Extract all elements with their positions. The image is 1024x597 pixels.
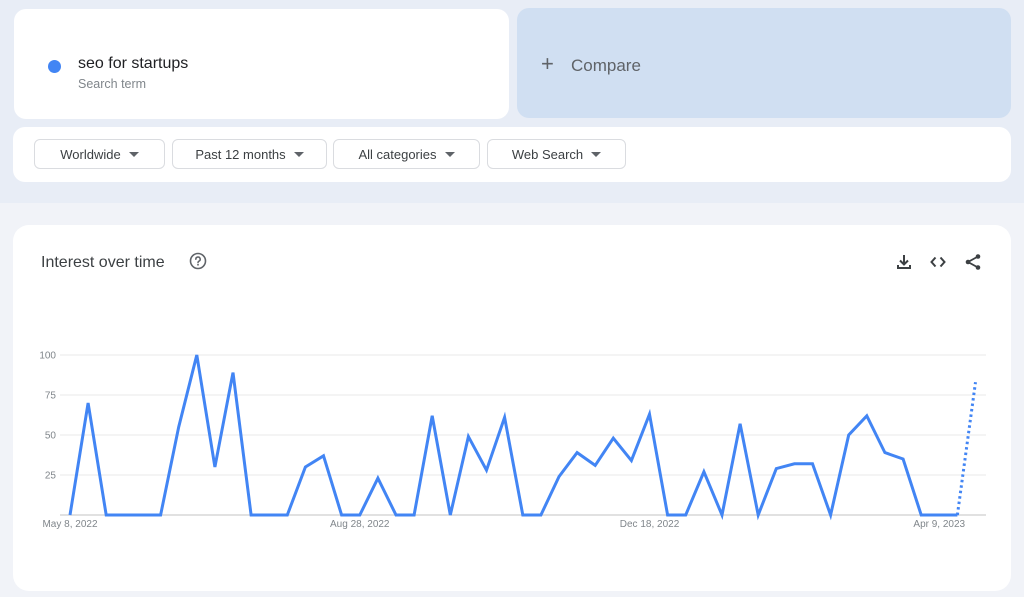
x-tick-label: May 8, 2022 — [42, 519, 97, 530]
x-tick-label: Aug 28, 2022 — [330, 519, 390, 530]
y-tick-label: 50 — [45, 431, 57, 442]
partial-data-segment — [955, 381, 977, 516]
y-tick-label: 25 — [45, 471, 57, 482]
y-tick-label: 100 — [39, 351, 56, 362]
x-tick-label: Dec 18, 2022 — [620, 519, 680, 530]
x-tick-label: Apr 9, 2023 — [913, 519, 965, 530]
y-tick-label: 75 — [45, 391, 57, 402]
interest-line-chart: 25 50 75 100 May 8, 2022 Aug 28, 2022 Dec 18, … — [39, 351, 986, 530]
